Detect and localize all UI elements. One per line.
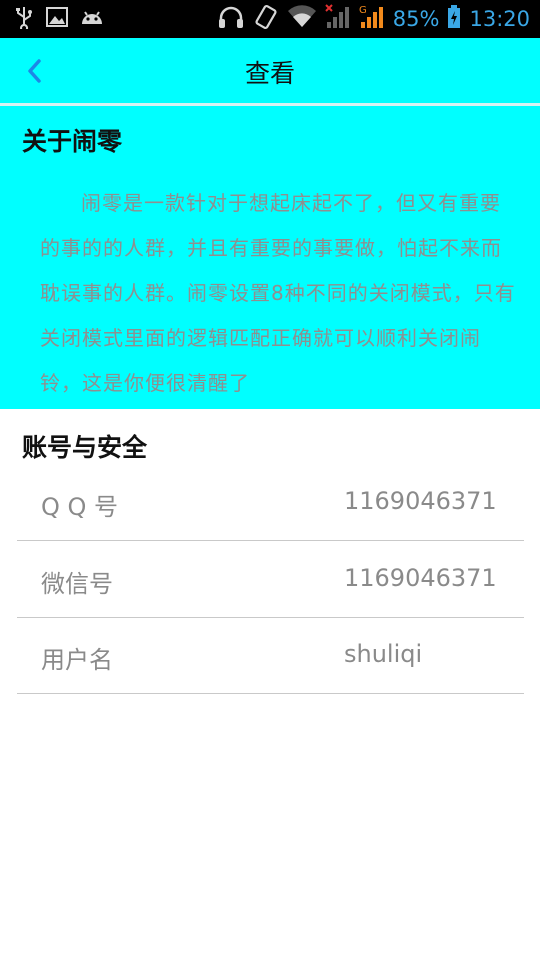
about-heading: 关于闹零	[22, 127, 123, 156]
row-value: shuliqi	[344, 640, 423, 668]
android-icon	[80, 8, 104, 30]
battery-percent: 85%	[392, 7, 440, 31]
status-bar: G 85% 13:20	[0, 0, 540, 38]
network-type-label: G	[359, 5, 367, 16]
account-heading: 账号与安全	[22, 433, 148, 462]
row-label: Q Q 号	[41, 493, 119, 521]
row-value: 1169046371	[344, 564, 497, 592]
vibrate-icon	[253, 4, 279, 34]
account-row-wechat[interactable]: 微信号 1169046371	[17, 540, 524, 618]
about-section: 关于闹零 闹零是一款针对于想起床起不了，但又有重要的事的的人群，并且有重要的事要…	[0, 106, 540, 409]
row-label: 用户名	[41, 646, 113, 674]
image-icon	[46, 7, 68, 31]
headphones-icon	[217, 5, 245, 33]
status-bar-left	[14, 5, 104, 33]
clock: 13:20	[469, 7, 530, 31]
row-label: 微信号	[41, 570, 113, 598]
app-header: 查看	[0, 38, 540, 104]
battery-charging-icon	[447, 5, 461, 33]
about-description: 闹零是一款针对于想起床起不了，但又有重要的事的的人群，并且有重要的事要做，怕起不…	[40, 191, 516, 395]
signal-icon	[325, 4, 351, 34]
page-title: 查看	[244, 59, 295, 88]
signal-g-icon: G	[359, 4, 385, 34]
usb-icon	[14, 5, 34, 33]
account-row-username[interactable]: 用户名 shuliqi	[17, 616, 524, 694]
row-value: 1169046371	[344, 487, 497, 515]
wifi-icon	[287, 5, 317, 33]
account-row-qq[interactable]: Q Q 号 1169046371	[17, 463, 524, 541]
status-bar-right: G 85% 13:20	[217, 4, 530, 34]
